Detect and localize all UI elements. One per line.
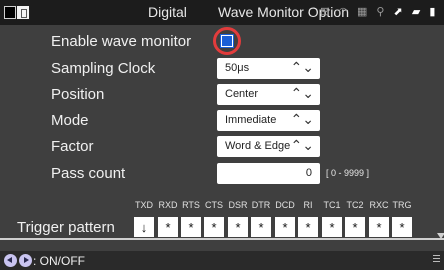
- sd-card-icon: ▰: [411, 6, 424, 18]
- mode-setting-label: Mode: [51, 112, 89, 129]
- pass-count-label: Pass count: [51, 165, 126, 182]
- trigger-box-tc1[interactable]: *: [322, 217, 342, 237]
- status-icons: ⊞ ◠ ▦ ⚲ ⬈ ▰ ▮: [320, 5, 438, 18]
- right-arrow-key-icon: [19, 254, 32, 267]
- signal-label-tc2: TC2: [346, 200, 364, 210]
- chevron-updown-icon: ⌃⌄: [290, 59, 314, 75]
- divider: [0, 238, 444, 240]
- memory-card-icon: [17, 6, 29, 19]
- position-label: Position: [51, 86, 105, 103]
- wifi-icon: ◠: [338, 6, 351, 18]
- pass-count-range: [ 0 - 9999 ]: [326, 168, 370, 178]
- menu-icon[interactable]: [433, 255, 440, 264]
- signal-label-txd: TXD: [135, 200, 153, 210]
- sampling-clock-select[interactable]: 50μs ⌃⌄: [217, 58, 320, 79]
- trigger-pattern-label: Trigger pattern: [17, 219, 115, 236]
- tool-icon: ⬈: [393, 6, 406, 18]
- signal-label-ri: RI: [303, 200, 313, 210]
- signal-label-dtr: DTR: [251, 200, 271, 210]
- mode-value: Immediate: [225, 114, 277, 126]
- trigger-box-dsr[interactable]: *: [228, 217, 248, 237]
- position-value: Center: [225, 88, 259, 100]
- signal-label-cts: CTS: [205, 200, 223, 210]
- trigger-box-dcd[interactable]: *: [275, 217, 295, 237]
- trigger-box-txd[interactable]: ↓: [134, 217, 154, 237]
- trigger-box-trg[interactable]: *: [392, 217, 412, 237]
- trigger-box-dtr[interactable]: *: [251, 217, 271, 237]
- scroll-down-arrow-icon[interactable]: [437, 233, 444, 239]
- screen-indicator-icon: [4, 6, 16, 19]
- chevron-updown-icon: ⌃⌄: [290, 137, 314, 153]
- trigger-box-cts[interactable]: *: [204, 217, 224, 237]
- left-arrow-key-icon: [4, 254, 17, 267]
- chevron-updown-icon: ⌃⌄: [290, 111, 314, 127]
- enable-wave-monitor-checkbox[interactable]: [220, 34, 234, 48]
- mode-select[interactable]: Immediate ⌃⌄: [217, 110, 320, 131]
- trigger-box-rxc[interactable]: *: [369, 217, 389, 237]
- signal-label-trg: TRG: [392, 200, 412, 210]
- status-bar: Digital Wave Monitor Option ⊞ ◠ ▦ ⚲ ⬈ ▰ …: [0, 0, 444, 25]
- trigger-box-ri[interactable]: *: [298, 217, 318, 237]
- signal-icon: ▦: [356, 6, 371, 18]
- mode-label: Digital: [148, 4, 187, 20]
- chevron-updown-icon: ⌃⌄: [290, 85, 314, 101]
- footer-hint: : ON/OFF: [33, 254, 85, 268]
- battery-icon: ▮: [429, 6, 439, 18]
- factor-value: Word & Edge: [225, 140, 291, 152]
- position-select[interactable]: Center ⌃⌄: [217, 84, 320, 105]
- usb-icon: ⚲: [376, 6, 388, 18]
- network-icon: ⊞: [320, 6, 333, 18]
- pass-count-input[interactable]: 0: [217, 163, 320, 184]
- trigger-box-rxd[interactable]: *: [158, 217, 178, 237]
- sampling-clock-label: Sampling Clock: [51, 60, 156, 77]
- sampling-clock-value: 50μs: [225, 62, 250, 74]
- enable-wave-monitor-highlight: [213, 27, 241, 55]
- factor-label: Factor: [51, 138, 94, 155]
- factor-select[interactable]: Word & Edge ⌃⌄: [217, 136, 320, 157]
- trigger-box-rts[interactable]: *: [181, 217, 201, 237]
- trigger-box-tc2[interactable]: *: [345, 217, 365, 237]
- enable-wave-monitor-label: Enable wave monitor: [51, 33, 192, 50]
